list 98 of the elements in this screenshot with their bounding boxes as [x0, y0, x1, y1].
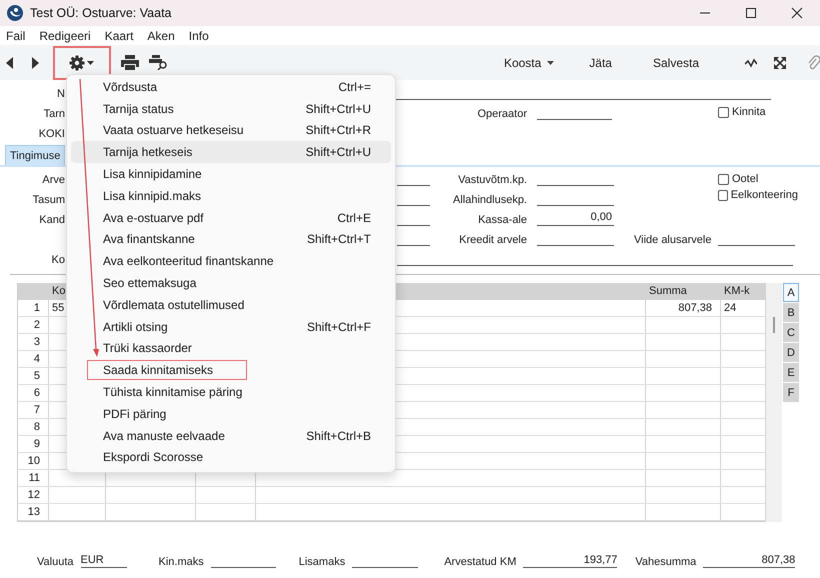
field-label: Tarn [42, 108, 65, 122]
input-field[interactable]: 0,00 [537, 210, 614, 226]
menu-item[interactable]: Saada kinnitamiseks [71, 359, 391, 382]
shortcut-label: Shift+Ctrl+B [306, 428, 371, 443]
menu-item-label: Võrdsusta [102, 78, 158, 96]
menu-item[interactable]: Redigeeri [38, 28, 92, 42]
row-number: 9 [18, 436, 49, 452]
shortcut-label: Shift+Ctrl+U [306, 102, 371, 116]
menu-item[interactable]: Vaata ostuarve hetkeseisu Shift+Ctrl+R [71, 120, 391, 142]
column-header[interactable]: KM-k [721, 283, 766, 300]
column-header[interactable]: Summa [646, 283, 721, 300]
menu-item-label: Seo ettemaksuga [102, 275, 198, 292]
field-label: Kassa-ale [477, 214, 527, 228]
menu-item[interactable]: Ava manuste eelvaade Shift+Ctrl+B [71, 424, 391, 447]
shortcut-label: Shift+Ctrl+U [306, 145, 371, 160]
menu-item[interactable]: Fail [5, 28, 26, 42]
menu-item[interactable]: Trüki kassaorder [71, 338, 391, 360]
field-label: Kreedit arvele [458, 234, 527, 248]
menu-item-label: Artikli otsing [102, 318, 169, 336]
window-title: Test OÜ: Ostuarve: Vaata [30, 6, 172, 20]
field-label: Allahindlusekp. [452, 194, 527, 208]
menu-item-label: Ava eelkonteeritud finantskanne [102, 253, 275, 270]
row-number: 11 [18, 470, 49, 486]
row-number: 12 [18, 487, 49, 503]
field-label: Lisamaks [298, 556, 346, 568]
menu-item[interactable]: PDFi päring [71, 402, 391, 425]
row-number: 10 [18, 453, 49, 469]
input-field[interactable]: 193,77 [523, 554, 618, 568]
side-tab[interactable]: A [783, 283, 799, 302]
field-label: Kin.maks [158, 556, 204, 568]
row-number: 8 [18, 419, 49, 435]
row-number: 6 [18, 385, 49, 401]
menu-item[interactable]: Võrdsusta Ctrl+= [71, 76, 391, 98]
menu-item-label: Vaata ostuarve hetkeseisu [102, 122, 245, 140]
menu-item[interactable]: Ekspordi Scorosse [71, 446, 391, 468]
side-tab[interactable]: F [783, 383, 799, 402]
field-label: Kand [38, 214, 65, 228]
menu-item[interactable]: Artikli otsing Shift+Ctrl+F [71, 316, 391, 338]
menu-item-label: Ava finantskanne [102, 231, 196, 248]
side-tab[interactable]: E [783, 363, 799, 382]
checkbox-label: Eelkonteering [730, 189, 798, 201]
side-tab[interactable]: B [783, 303, 799, 322]
field-label: Arve [41, 174, 65, 188]
menu-item[interactable]: Ava finantskanne Shift+Ctrl+T [71, 228, 391, 250]
menu-item-label: PDFi päring [102, 406, 168, 423]
menu-item-label: Tarnija hetkeseis [102, 144, 194, 162]
tab[interactable]: Tingimuse [5, 145, 65, 165]
row-number: 5 [18, 368, 49, 384]
field-label: Valuuta [37, 556, 74, 568]
side-tab[interactable]: D [783, 343, 799, 362]
shortcut-label: Shift+Ctrl+T [306, 232, 371, 246]
menu-item[interactable]: Lisa kinnipidamine [71, 163, 391, 185]
menu-item[interactable]: Info [188, 28, 210, 42]
menu-item-label: Trüki kassaorder [102, 340, 193, 358]
shortcut-label: Shift+Ctrl+F [306, 320, 371, 334]
input-field[interactable]: EUR [80, 554, 126, 568]
menu-item[interactable]: Tarnija hetkeseis Shift+Ctrl+U [71, 141, 391, 164]
toolbar-button[interactable]: Koosta [504, 56, 554, 70]
field-label: Ko [50, 254, 65, 268]
menu-item-label: Ekspordi Scorosse [102, 449, 204, 466]
menu-item[interactable]: Tarnija status Shift+Ctrl+U [71, 98, 391, 120]
shortcut-label: Ctrl+= [338, 80, 371, 94]
menu-item[interactable]: Ava eelkonteeritud finantskanne [71, 250, 391, 272]
menu-item[interactable]: Kaart [104, 28, 134, 42]
menu-item-label: Saada kinnitamiseks [87, 360, 248, 380]
menu-item[interactable]: Ava e-ostuarve pdf Ctrl+E [71, 206, 391, 229]
menu-item-label: Lisa kinnipidamine [102, 166, 203, 184]
menu-item[interactable]: Aken [146, 28, 176, 42]
menu-item-label: Lisa kinnipid.maks [102, 188, 202, 205]
field-label: N [56, 88, 65, 102]
row-number: 7 [18, 402, 49, 418]
shortcut-label: Shift+Ctrl+R [306, 123, 371, 138]
field-label: Vastuvõtm.kp. [457, 174, 527, 188]
menu-item-label: Ava manuste eelvaade [102, 428, 226, 445]
menu-item-label: Ava e-ostuarve pdf [102, 210, 205, 227]
menu-item-label: Tühista kinnitamise päring [102, 384, 244, 402]
checkbox-label: Ootel [732, 173, 758, 185]
toolbar-button[interactable]: Jäta [589, 56, 612, 70]
menu-item-label: Tarnija status [102, 100, 175, 118]
field-label: Tasum [32, 194, 65, 208]
row-number: 4 [18, 351, 49, 367]
menu-item[interactable]: Lisa kinnipid.maks [71, 184, 391, 207]
field-label: Operaator [476, 108, 527, 122]
row-number: 1 [18, 300, 49, 316]
menu-item[interactable]: Seo ettemaksuga [71, 272, 391, 294]
toolbar-button[interactable]: Salvesta [652, 56, 700, 70]
field-label: KOKI [38, 128, 65, 142]
menu-item[interactable]: Tühista kinnitamise päring [71, 381, 391, 403]
table-cell: 807,38 [646, 300, 721, 316]
checkbox-label: Kinnita [732, 106, 766, 118]
shortcut-label: Ctrl+E [337, 210, 371, 225]
field-label: Vahesumma [635, 556, 696, 568]
row-number: 2 [18, 317, 49, 333]
row-number: 13 [18, 504, 49, 520]
field-label: Arvestatud KM [444, 556, 516, 568]
input-field[interactable]: 807,38 [703, 554, 796, 568]
side-tab[interactable]: C [783, 323, 799, 342]
row-number: 3 [18, 334, 49, 350]
